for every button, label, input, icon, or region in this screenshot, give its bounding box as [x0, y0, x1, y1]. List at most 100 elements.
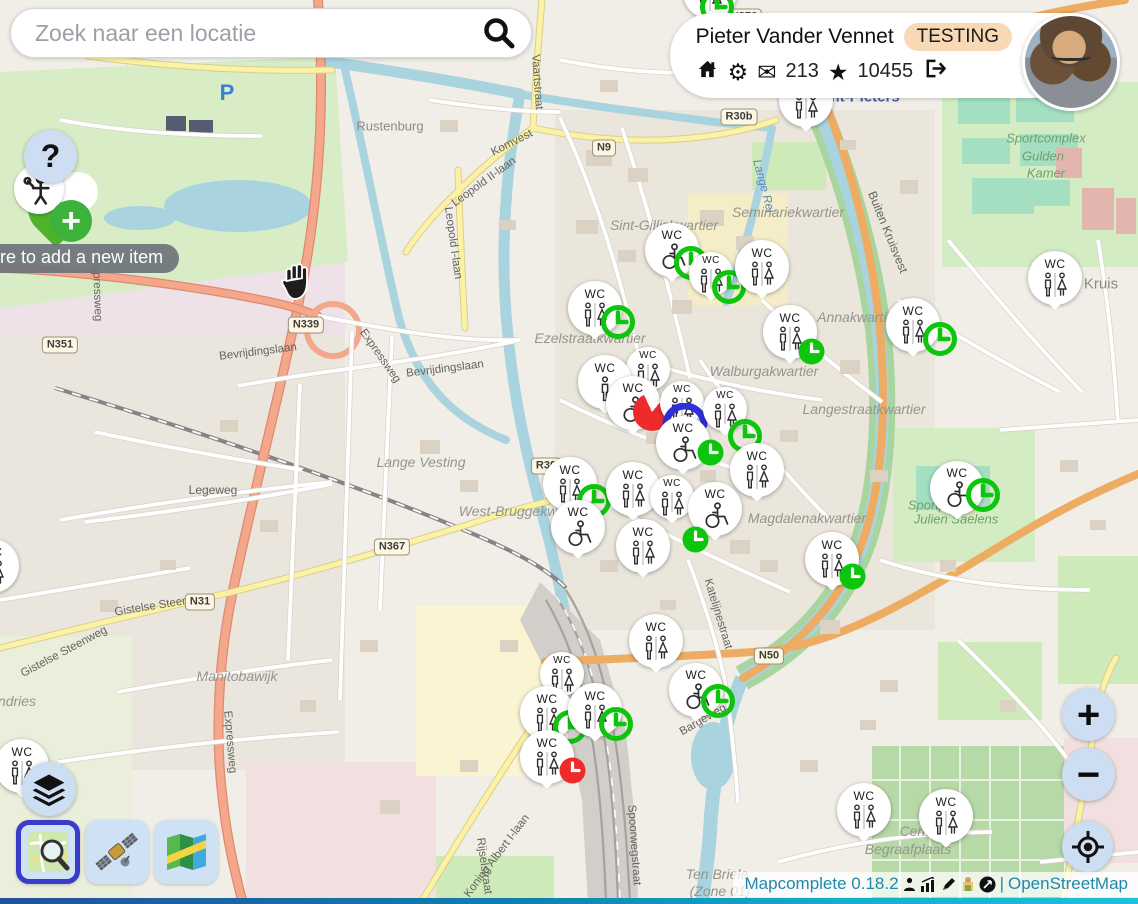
toilet-marker[interactable]: WC — [703, 387, 747, 431]
toilet-marker[interactable]: WC — [656, 416, 710, 470]
toilet-marker[interactable]: WC — [616, 519, 670, 573]
osm-link[interactable]: OpenStreetMap — [1008, 874, 1128, 894]
marker-wc-label: WC — [568, 507, 589, 518]
toilet-marker[interactable]: WC — [763, 305, 817, 359]
testing-badge: TESTING — [904, 23, 1012, 51]
logout-icon[interactable] — [922, 57, 947, 86]
mf-pictogram-icon — [696, 0, 724, 12]
toilet-marker[interactable]: WC — [689, 252, 733, 296]
toilet-marker[interactable]: WC — [568, 281, 622, 335]
mf-pictogram-icon — [581, 704, 609, 730]
theme-color-bar — [0, 898, 1138, 904]
toilet-marker[interactable]: WC — [669, 663, 723, 717]
wheelchair-pictogram-icon — [618, 396, 648, 423]
app-version[interactable]: Mapcomplete 0.18.2 — [745, 874, 899, 894]
mf-pictogram-icon — [619, 483, 647, 509]
mf-pictogram-icon — [850, 804, 878, 830]
toilet-marker[interactable]: WC — [629, 614, 683, 668]
marker-wc-label: WC — [747, 451, 768, 462]
marker-wc-label: WC — [585, 691, 606, 702]
toilet-marker[interactable]: WC — [688, 482, 742, 536]
mf-pictogram-icon — [748, 261, 776, 287]
mf-pictogram-icon — [658, 491, 686, 517]
marker-wc-label: WC — [639, 350, 657, 361]
toilet-marker[interactable]: WC — [520, 730, 574, 784]
wheelchair-pictogram-icon — [657, 243, 687, 270]
layer-stack-icon — [29, 769, 69, 809]
grab-hand-cursor-icon — [280, 261, 314, 303]
toilet-marker[interactable]: WC — [805, 532, 859, 586]
style-satellite-button[interactable] — [85, 820, 149, 884]
marker-wc-label: WC — [947, 468, 968, 479]
search-input[interactable] — [33, 19, 481, 48]
wheelchair-pictogram-icon — [681, 683, 711, 710]
toilet-marker[interactable]: WC — [551, 500, 605, 554]
style-osm-carto-button[interactable] — [16, 820, 80, 884]
search-bar — [10, 8, 532, 58]
attribution-bar: Mapcomplete 0.18.2 | OpenStreetMap — [733, 872, 1138, 897]
geolocate-button[interactable] — [1062, 821, 1113, 872]
marker-wc-label: WC — [560, 465, 581, 476]
messages-count: 213 — [785, 60, 818, 83]
mapcomplete-logo-icon — [961, 876, 975, 892]
marker-wc-label: WC — [702, 255, 720, 266]
marker-wc-label: WC — [646, 622, 667, 633]
marker-wc-label: WC — [663, 478, 681, 489]
attribution-divider: | — [1000, 874, 1004, 894]
mf-pictogram-icon — [1041, 272, 1069, 298]
crosshair-icon — [1070, 829, 1106, 865]
mf-pictogram-icon — [581, 302, 609, 328]
marker-wc-label: WC — [1045, 259, 1066, 270]
community-icon[interactable] — [903, 877, 916, 892]
wheelchair-pictogram-icon — [942, 481, 972, 508]
messages-envelope-icon[interactable]: ✉ — [757, 61, 776, 83]
satellite-icon — [94, 829, 140, 875]
edit-pencil-icon[interactable] — [941, 876, 957, 892]
mf-pictogram-icon — [711, 403, 739, 429]
help-button[interactable]: ? — [24, 130, 77, 183]
toilet-marker[interactable]: WC — [735, 240, 789, 294]
map-with-magnifier-icon — [26, 830, 70, 874]
marker-wc-label: WC — [854, 791, 875, 802]
add-item-tooltip: re to add a new item — [0, 244, 179, 273]
toilet-marker[interactable]: WC — [919, 789, 973, 843]
style-topo-map-button[interactable] — [154, 820, 218, 884]
toilet-marker[interactable]: WC — [837, 783, 891, 837]
toilet-marker[interactable]: WC — [1028, 251, 1082, 305]
mf-pictogram-icon — [642, 635, 670, 661]
wheelchair-pictogram-icon — [700, 502, 730, 529]
zoom-in-button[interactable]: + — [1062, 688, 1115, 741]
toilet-marker[interactable]: WC — [886, 298, 940, 352]
marker-wc-label: WC — [716, 390, 734, 401]
home-icon[interactable] — [696, 57, 719, 86]
marker-wc-label: WC — [705, 489, 726, 500]
toilet-marker[interactable]: WC — [930, 461, 984, 515]
zoom-out-button[interactable]: − — [1062, 748, 1115, 801]
marker-wc-label: WC — [537, 694, 558, 705]
changesets-count: 10455 — [857, 60, 913, 83]
marker-wc-label: WC — [0, 547, 3, 558]
toilet-marker[interactable]: WC — [606, 376, 660, 430]
add-plus-icon: + — [50, 200, 92, 242]
background-style-row — [16, 820, 218, 884]
marker-wc-label: WC — [752, 248, 773, 259]
marker-wc-label: WC — [903, 306, 924, 317]
layers-button[interactable] — [22, 762, 76, 816]
mf-pictogram-icon — [776, 326, 804, 352]
settings-gear-icon[interactable]: ⚙ — [728, 61, 749, 83]
user-panel[interactable]: Pieter Vander Vennet TESTING ⚙ ✉ 213 ★ 1… — [670, 13, 1116, 98]
toilet-marker[interactable]: WC — [568, 683, 622, 737]
marker-wc-label: WC — [686, 670, 707, 681]
search-icon[interactable] — [481, 15, 517, 51]
mf-pictogram-icon — [899, 319, 927, 345]
toilet-marker[interactable]: WC — [730, 443, 784, 497]
statistics-icon[interactable] — [920, 877, 937, 892]
mf-pictogram-icon — [533, 751, 561, 777]
mapcomplete-app: Brugge-Sint-PietersRustenburgSint-Gillis… — [0, 0, 1138, 904]
marker-wc-label: WC — [537, 738, 558, 749]
mf-pictogram-icon — [818, 553, 846, 579]
wheelchair-pictogram-icon — [563, 520, 593, 547]
user-avatar[interactable] — [1022, 13, 1120, 111]
mf-pictogram-icon — [533, 707, 561, 733]
copyright-icon[interactable] — [979, 876, 996, 893]
